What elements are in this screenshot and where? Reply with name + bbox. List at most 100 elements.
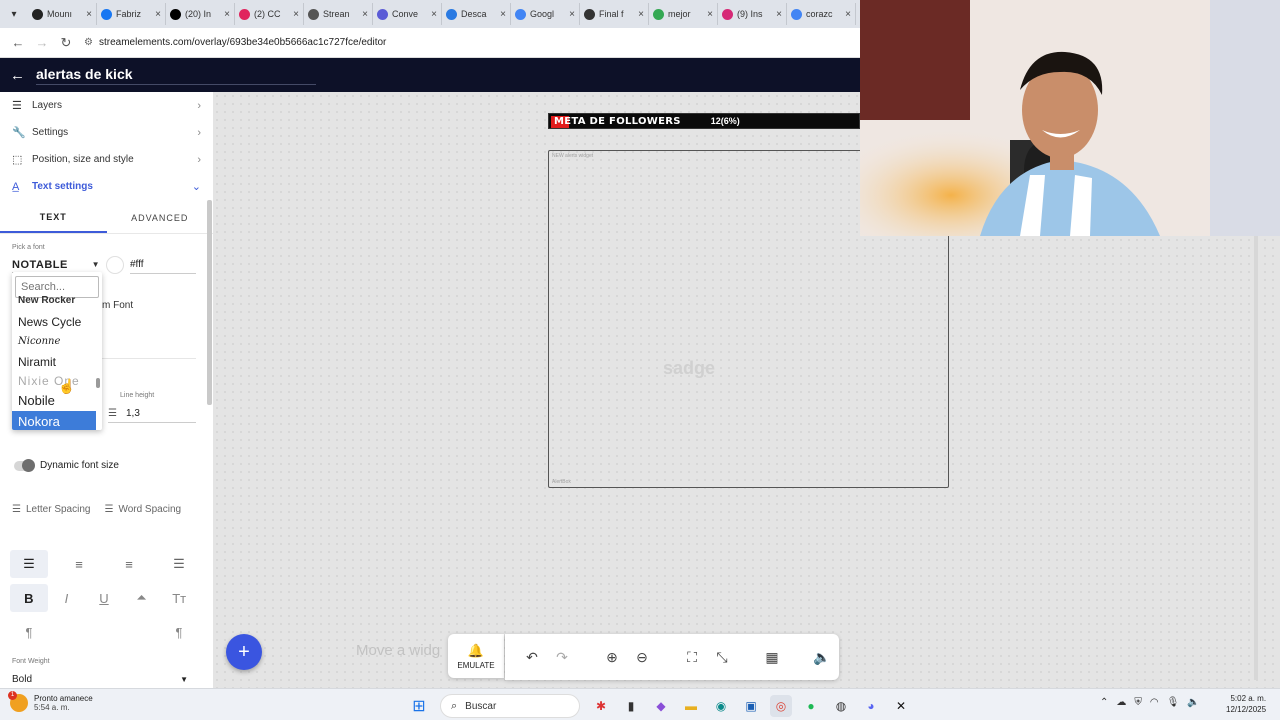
follower-goal-widget[interactable]: META DE FOLLOWERS 12(6%) [548,113,860,129]
browser-tab[interactable]: (20) In × [166,3,235,25]
back-arrow-icon[interactable]: ← [6,35,30,50]
browser-tab[interactable]: Desca × [442,3,511,25]
volume-icon[interactable]: 🔈 [807,649,837,666]
bold-icon[interactable]: B [10,584,48,612]
grid-icon[interactable]: ▦ [757,649,787,666]
font-option[interactable]: Nixie One [12,371,96,391]
fit-screen-icon[interactable]: ⤡ [707,649,737,666]
tab-advanced[interactable]: ADVANCED [107,202,214,233]
close-tab-icon[interactable]: × [155,9,161,20]
color-swatch[interactable] [106,256,124,274]
chrome-icon[interactable]: ◎ [770,695,792,717]
align-left-icon[interactable]: ☰ [10,550,48,578]
browser-tab[interactable]: Fabriz × [97,3,166,25]
capcut-icon[interactable]: ✕ [890,695,912,717]
close-tab-icon[interactable]: × [431,9,437,20]
sidebar-item-layers[interactable]: ☰ Layers › [0,92,213,119]
widget-icon[interactable]: ✱ [590,695,612,717]
browser-tab[interactable]: Mounı × [28,3,97,25]
word-spacing-field[interactable]: ☰ Word Spacing [104,504,181,515]
browser-tab[interactable]: (2) CC × [235,3,304,25]
font-option[interactable]: News Cycle [12,312,96,332]
font-weight-select[interactable]: Bold ▼ [12,671,188,687]
font-option[interactable]: Niramit [12,352,96,372]
shield-icon[interactable]: ⛨ [1134,697,1142,708]
browser-tab[interactable]: corazc × [787,3,856,25]
copilot-icon[interactable]: ◆ [650,695,672,717]
italic-icon[interactable]: I [48,584,86,612]
font-option-selected[interactable]: Nokora [12,411,96,430]
close-tab-icon[interactable]: × [845,9,851,20]
close-tab-icon[interactable]: × [362,9,368,20]
tab-text[interactable]: TEXT [0,202,107,233]
chevron-up-icon[interactable]: ⌃ [1100,697,1108,708]
close-tab-icon[interactable]: × [569,9,575,20]
cloud-sync-icon[interactable]: ☁ [1116,697,1126,708]
zoom-out-icon[interactable]: ⊖ [627,649,657,666]
undo-icon[interactable]: ↶ [517,649,547,666]
ltr-paragraph-icon[interactable]: ¶ [10,618,48,646]
custom-font-label[interactable]: m Font [102,300,133,311]
uppercase-icon[interactable]: ⏶ [123,584,161,612]
close-tab-icon[interactable]: × [86,9,92,20]
edge-icon[interactable]: ◉ [710,695,732,717]
browser-tab[interactable]: mejor × [649,3,718,25]
site-info-icon[interactable]: ⚙ [84,37,93,48]
wifi-icon[interactable]: ◠ [1150,697,1159,708]
tab-search-chevron-icon[interactable]: ▾ [4,4,24,24]
terminal-icon[interactable]: ▮ [620,695,642,717]
dropdown-scrollbar[interactable] [96,378,100,388]
redo-icon[interactable]: ↷ [547,649,577,666]
browser-tab[interactable]: (9) Ins × [718,3,787,25]
browser-tab[interactable]: Conve × [373,3,442,25]
clock[interactable]: 5:02 a. m. 12/12/2025 [1226,693,1266,715]
browser-tab[interactable]: Final f × [580,3,649,25]
discord-icon[interactable]: ◕ [860,695,882,717]
url-field[interactable]: ⚙ streamelements.com/overlay/693be34e0b5… [84,37,386,48]
sidebar-item-text-settings[interactable]: A̲ Text settings ⌄ [0,173,213,200]
font-option[interactable]: Niconne [12,331,96,351]
text-size-icon[interactable]: Tт [160,584,198,612]
zoom-in-icon[interactable]: ⊕ [597,649,627,666]
back-arrow-icon[interactable]: ← [10,67,30,84]
align-center-icon[interactable]: ≡ [60,550,98,578]
forward-arrow-icon[interactable]: → [30,35,54,50]
sidebar-item-settings[interactable]: 🔧 Settings › [0,119,213,146]
letter-spacing-field[interactable]: ☰ Letter Spacing [12,504,90,515]
obs-icon[interactable]: ◍ [830,695,852,717]
emulate-button[interactable]: 🔔 EMULATE [448,634,504,678]
fullscreen-icon[interactable]: ⛶ [677,649,707,666]
close-tab-icon[interactable]: × [293,9,299,20]
font-select[interactable]: NOTABLE ▼ [12,257,100,273]
font-option[interactable]: New Rocker [12,296,96,306]
speaker-icon[interactable]: 🔈 [1187,697,1199,708]
sidebar-item-position[interactable]: ⬚ Position, size and style › [0,146,213,173]
close-tab-icon[interactable]: × [638,9,644,20]
add-widget-button[interactable]: + [226,634,262,670]
close-tab-icon[interactable]: × [500,9,506,20]
close-tab-icon[interactable]: × [224,9,230,20]
browser-tab[interactable]: Googl × [511,3,580,25]
font-option[interactable]: Nobile [12,390,96,410]
rtl-paragraph-icon[interactable]: ¶ [160,618,198,646]
spotify-icon[interactable]: ● [800,695,822,717]
sidebar-scrollbar[interactable] [207,200,212,405]
canvas-scrollbar[interactable] [1254,236,1258,680]
font-search-input[interactable] [15,276,99,298]
align-right-icon[interactable]: ≡ [110,550,148,578]
close-tab-icon[interactable]: × [707,9,713,20]
taskbar-search[interactable]: ⌕ Buscar [440,694,580,718]
color-field[interactable]: #fff [130,259,196,274]
close-tab-icon[interactable]: × [776,9,782,20]
underline-icon[interactable]: U [85,584,123,612]
store-icon[interactable]: ▣ [740,695,762,717]
align-justify-icon[interactable]: ☰ [160,550,198,578]
file-explorer-icon[interactable]: ▬ [680,695,702,717]
reload-icon[interactable]: ↻ [54,35,78,51]
overlay-title[interactable]: alertas de kick [36,66,316,85]
line-height-field[interactable]: ☰ 1,3 [108,405,196,423]
weather-widget[interactable]: 1 Pronto amanece 5:54 a. m. [8,691,93,712]
browser-tab[interactable]: Strean × [304,3,373,25]
microphone-icon[interactable]: 🎙 [1167,697,1180,708]
dynamic-font-size-toggle[interactable] [14,458,35,472]
